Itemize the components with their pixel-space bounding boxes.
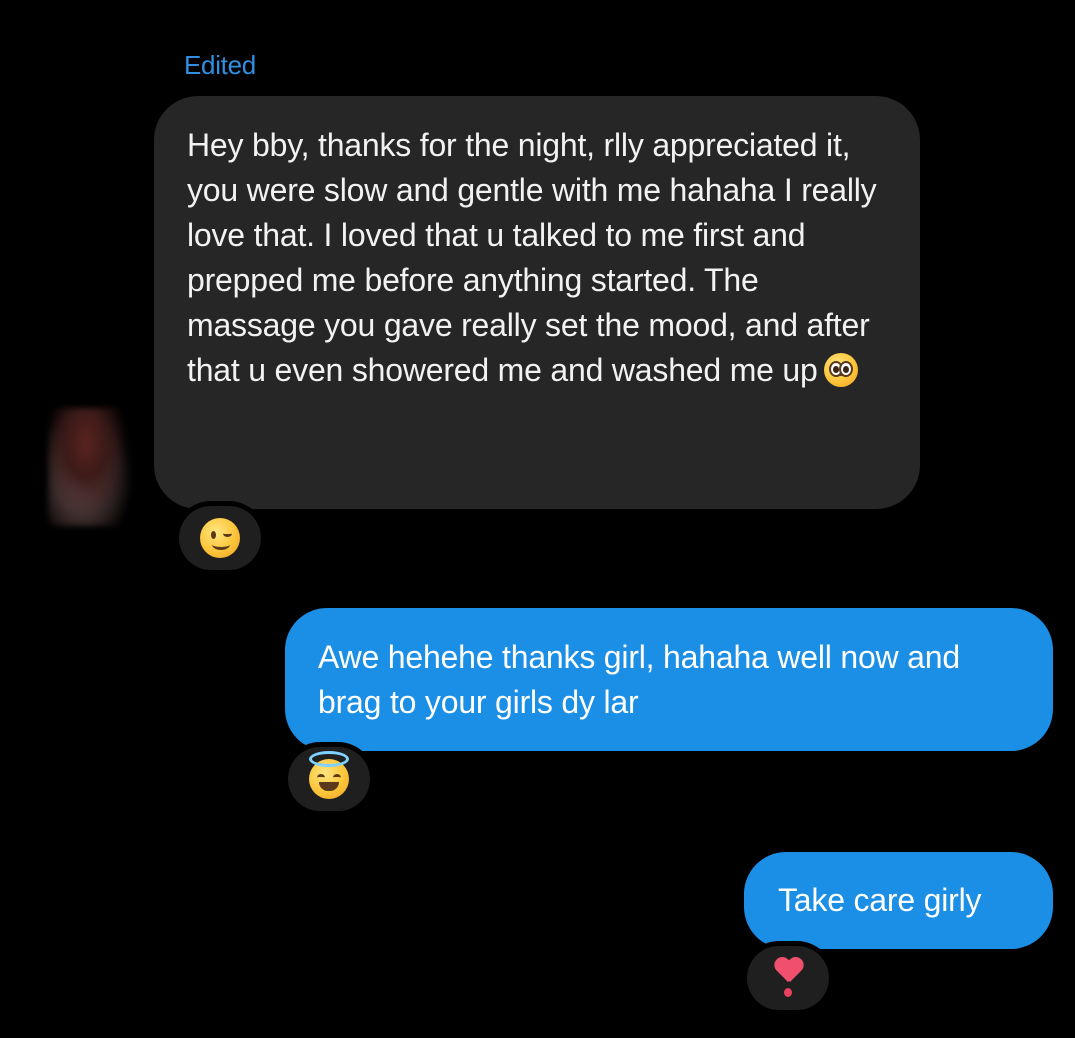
smiling-face-with-halo-icon: [309, 751, 349, 799]
outgoing-message-bubble[interactable]: Awe hehehe thanks girl, hahaha well now …: [285, 608, 1053, 751]
edited-label: Edited: [184, 50, 256, 80]
winking-face-icon: [200, 518, 240, 558]
incoming-message-bubble[interactable]: Hey bby, thanks for the night, rlly appr…: [154, 96, 920, 509]
pleading-face-icon: [823, 353, 858, 387]
outgoing-message-text: Take care girly: [778, 882, 982, 918]
outgoing-message-reaction[interactable]: [288, 747, 370, 811]
outgoing-message-text: Awe hehehe thanks girl, hahaha well now …: [318, 639, 960, 720]
outgoing-message-bubble[interactable]: Take care girly: [744, 852, 1053, 949]
outgoing-message-reaction[interactable]: [747, 946, 829, 1010]
incoming-message-reaction[interactable]: [179, 506, 261, 570]
heart-exclamation-icon: [768, 956, 808, 1000]
incoming-message-text: Hey bby, thanks for the night, rlly appr…: [187, 127, 877, 388]
contact-avatar[interactable]: [48, 408, 132, 526]
